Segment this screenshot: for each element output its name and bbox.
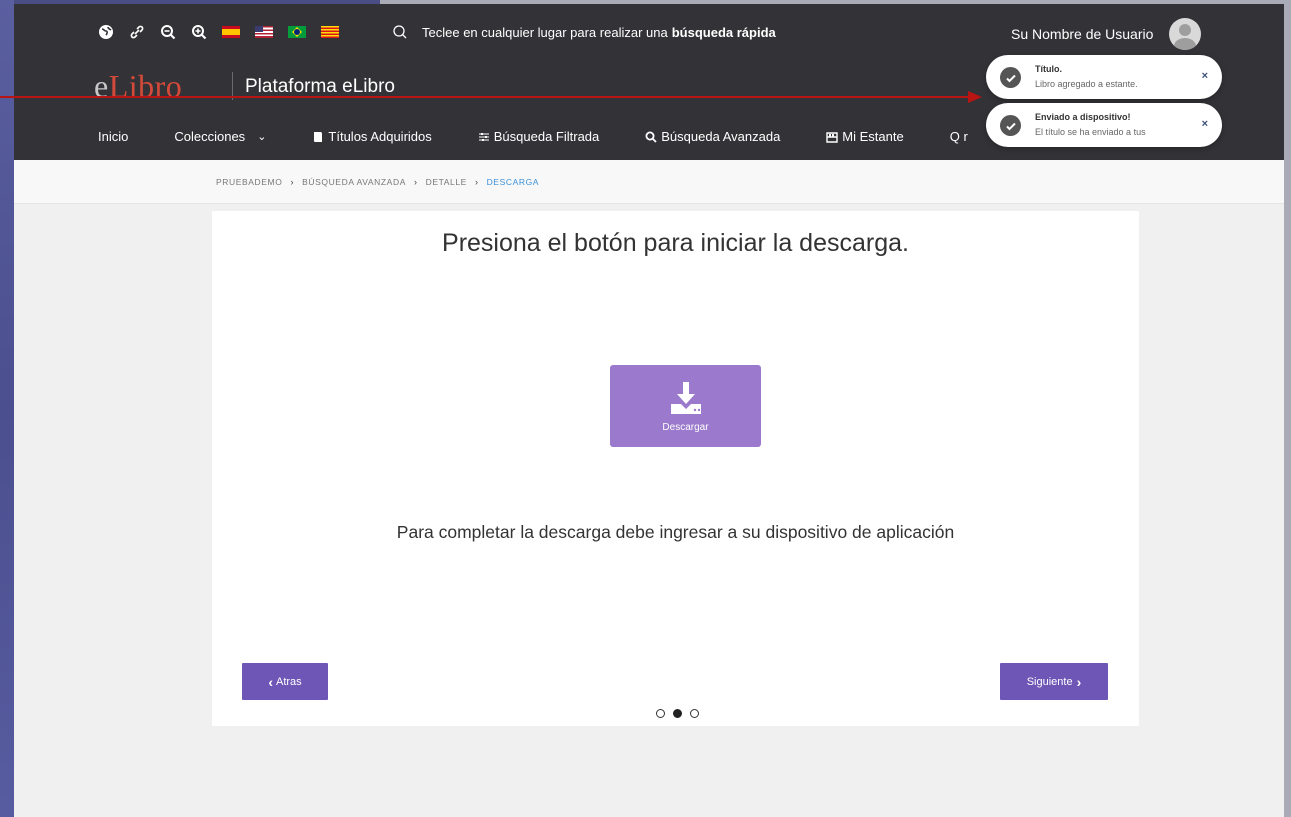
flag-catalonia-icon[interactable] bbox=[321, 26, 339, 38]
close-icon[interactable]: × bbox=[1202, 118, 1208, 130]
user-menu[interactable]: Su Nombre de Usuario bbox=[1011, 18, 1202, 50]
book-icon bbox=[314, 131, 323, 142]
search-icon bbox=[393, 25, 407, 39]
toast-body: Libro agregado a estante. bbox=[1035, 79, 1138, 89]
next-button[interactable]: Siguiente › bbox=[1000, 663, 1108, 700]
window-frame-right bbox=[1284, 0, 1291, 817]
chevron-down-icon: ⌄ bbox=[257, 131, 267, 143]
check-circle-icon bbox=[1000, 67, 1021, 88]
app-window: Teclee en cualquier lugar para realizar … bbox=[14, 4, 1284, 817]
breadcrumb: PRUEBADEMO › BÚSQUEDA AVANZADA › DETALLE… bbox=[216, 177, 539, 187]
breadcrumb-bar: PRUEBADEMO › BÚSQUEDA AVANZADA › DETALLE… bbox=[14, 160, 1284, 204]
flag-brazil-icon[interactable] bbox=[288, 26, 306, 38]
nav-item-mi-estante[interactable]: Mi Estante bbox=[826, 129, 904, 144]
nav-item-search-truncated[interactable]: Q r bbox=[950, 129, 968, 144]
pagination-dot-active[interactable] bbox=[673, 709, 682, 718]
toast-title: Enviado a dispositivo! bbox=[1035, 112, 1131, 122]
back-button[interactable]: ‹ Atras bbox=[242, 663, 328, 700]
breadcrumb-item[interactable]: DETALLE bbox=[426, 177, 467, 187]
nav-item-busqueda-filtrada[interactable]: Búsqueda Filtrada bbox=[478, 129, 599, 144]
elibro-logo[interactable]: eLibro bbox=[94, 68, 182, 105]
breadcrumb-separator: › bbox=[474, 177, 479, 187]
zoom-in-icon[interactable] bbox=[191, 24, 207, 40]
annotation-arrow-line bbox=[0, 96, 974, 98]
toast-title: Título. bbox=[1035, 64, 1062, 74]
breadcrumb-item[interactable]: PRUEBADEMO bbox=[216, 177, 282, 187]
globe-icon[interactable] bbox=[98, 24, 114, 40]
breadcrumb-item[interactable]: BÚSQUEDA AVANZADA bbox=[302, 177, 406, 187]
quick-search[interactable]: Teclee en cualquier lugar para realizar … bbox=[392, 24, 776, 40]
nav-item-busqueda-avanzada[interactable]: Búsqueda Avanzada bbox=[645, 129, 780, 144]
quick-search-text: Teclee en cualquier lugar para realizar … bbox=[422, 24, 668, 40]
main-nav: Inicio Colecciones ⌄ Títulos Adquiridos B… bbox=[98, 129, 1014, 144]
flag-usa-icon[interactable] bbox=[255, 26, 273, 38]
username: Su Nombre de Usuario bbox=[1011, 26, 1154, 42]
search-icon bbox=[645, 131, 657, 143]
close-icon[interactable]: × bbox=[1202, 70, 1208, 82]
flag-spain-icon[interactable] bbox=[222, 26, 240, 38]
check-circle-icon bbox=[1000, 115, 1021, 136]
download-icon bbox=[670, 381, 701, 414]
nav-item-colecciones[interactable]: Colecciones ⌄ bbox=[174, 129, 266, 144]
page-title: Presiona el botón para iniciar la descar… bbox=[442, 229, 909, 257]
pagination-dots bbox=[656, 709, 707, 718]
avatar[interactable] bbox=[1169, 18, 1202, 50]
download-button[interactable]: Descargar bbox=[610, 365, 761, 447]
annotation-arrow-head bbox=[968, 91, 982, 103]
pagination-dot[interactable] bbox=[690, 709, 699, 718]
platform-name: Plataforma eLibro bbox=[245, 76, 395, 97]
toolbar-icons bbox=[98, 24, 354, 40]
window-frame-left bbox=[0, 0, 14, 817]
nav-item-inicio[interactable]: Inicio bbox=[98, 129, 128, 144]
chevron-left-icon: ‹ bbox=[268, 673, 273, 690]
link-icon[interactable] bbox=[129, 24, 145, 40]
toast-body: El título se ha enviado a tus bbox=[1035, 127, 1146, 137]
breadcrumb-separator: › bbox=[413, 177, 418, 187]
chevron-right-icon: › bbox=[1076, 673, 1082, 690]
quick-search-bold: búsqueda rápida bbox=[671, 24, 776, 40]
shelf-icon bbox=[826, 131, 838, 143]
nav-item-titulos-adquiridos[interactable]: Títulos Adquiridos bbox=[312, 129, 432, 144]
pagination-dot[interactable] bbox=[656, 709, 665, 718]
sliders-icon bbox=[478, 132, 489, 141]
download-message: Para completar la descarga debe ingresar… bbox=[396, 522, 955, 542]
breadcrumb-separator: › bbox=[290, 177, 295, 187]
download-label: Descargar bbox=[662, 421, 709, 433]
toast-notification: Título. Libro agregado a estante. × bbox=[986, 55, 1222, 99]
download-card: Presiona el botón para iniciar la descar… bbox=[212, 211, 1139, 726]
zoom-out-icon[interactable] bbox=[160, 24, 176, 40]
toast-notification: Enviado a dispositivo! El título se ha e… bbox=[986, 103, 1222, 147]
breadcrumb-item-active: DESCARGA bbox=[486, 177, 540, 187]
